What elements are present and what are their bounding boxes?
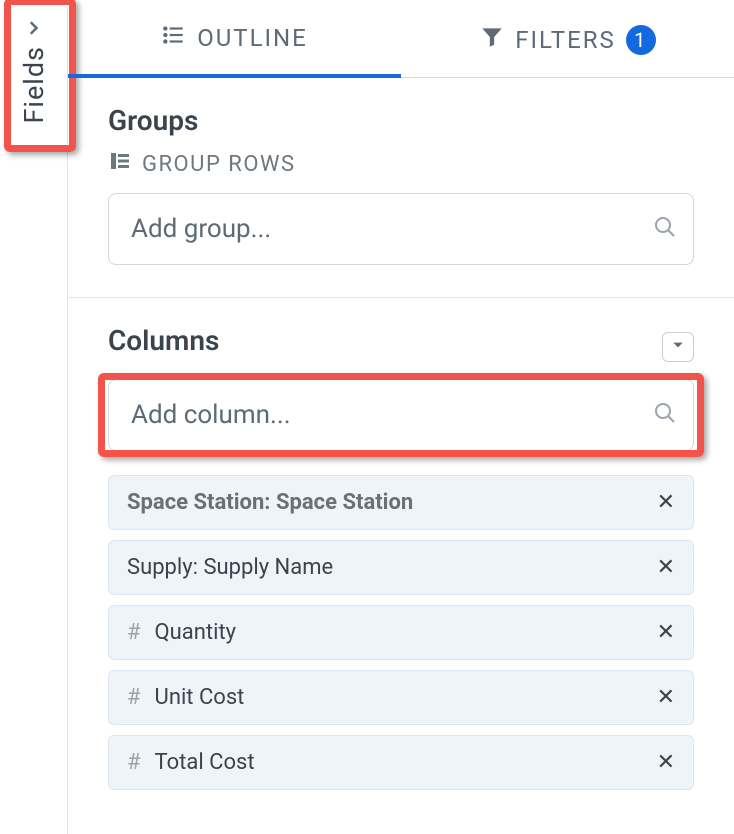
number-icon: # xyxy=(127,685,141,710)
fields-sidebar: Fields xyxy=(0,0,68,834)
column-pill-label: Unit Cost xyxy=(155,685,653,710)
columns-list: Space Station: Space Station✕Supply: Sup… xyxy=(108,475,694,790)
number-icon: # xyxy=(127,620,141,645)
add-column-input[interactable] xyxy=(109,380,693,450)
search-icon xyxy=(653,401,677,429)
caret-down-icon xyxy=(671,337,685,356)
column-pill[interactable]: # Total Cost✕ xyxy=(108,735,694,790)
columns-section: Columns Space Station: Space Station✕Sup… xyxy=(68,298,734,790)
number-icon: # xyxy=(127,750,141,775)
chevron-right-icon xyxy=(24,18,44,42)
filters-count-badge: 1 xyxy=(626,25,656,55)
column-pill[interactable]: Space Station: Space Station✕ xyxy=(108,475,694,530)
groups-title: Groups xyxy=(108,104,694,137)
fields-label: Fields xyxy=(18,46,50,124)
remove-column-button[interactable]: ✕ xyxy=(653,748,679,777)
column-pill-label: Supply: Supply Name xyxy=(127,555,653,580)
add-group-input[interactable] xyxy=(109,194,693,264)
groups-section: Groups GROUP ROWS xyxy=(68,78,734,265)
column-pill-label: Space Station: Space Station xyxy=(127,490,653,515)
tab-filters-label: FILTERS xyxy=(515,26,616,54)
list-icon xyxy=(161,22,187,54)
remove-column-button[interactable]: ✕ xyxy=(653,618,679,647)
fields-toggle[interactable]: Fields xyxy=(10,18,58,124)
columns-title: Columns xyxy=(108,324,219,357)
filter-icon xyxy=(479,24,505,56)
builder-tabs: OUTLINE FILTERS 1 xyxy=(68,0,734,78)
columns-menu-button[interactable] xyxy=(662,332,694,362)
group-rows-subhead: GROUP ROWS xyxy=(108,149,694,179)
column-pill-label: Total Cost xyxy=(155,750,653,775)
search-icon xyxy=(653,215,677,243)
tab-outline[interactable]: OUTLINE xyxy=(68,0,401,78)
column-pill[interactable]: Supply: Supply Name✕ xyxy=(108,540,694,595)
column-pill[interactable]: # Quantity✕ xyxy=(108,605,694,660)
group-rows-label: GROUP ROWS xyxy=(142,152,296,177)
remove-column-button[interactable]: ✕ xyxy=(653,683,679,712)
tab-outline-label: OUTLINE xyxy=(197,24,308,52)
remove-column-button[interactable]: ✕ xyxy=(653,488,679,517)
add-group-search[interactable] xyxy=(108,193,694,265)
remove-column-button[interactable]: ✕ xyxy=(653,553,679,582)
column-pill-label: Quantity xyxy=(155,620,653,645)
add-column-search[interactable] xyxy=(108,379,694,451)
group-rows-icon xyxy=(108,149,132,179)
main-pane: OUTLINE FILTERS 1 Groups GROUP ROWS xyxy=(68,0,734,790)
tab-filters[interactable]: FILTERS 1 xyxy=(401,0,734,77)
column-pill[interactable]: # Unit Cost✕ xyxy=(108,670,694,725)
